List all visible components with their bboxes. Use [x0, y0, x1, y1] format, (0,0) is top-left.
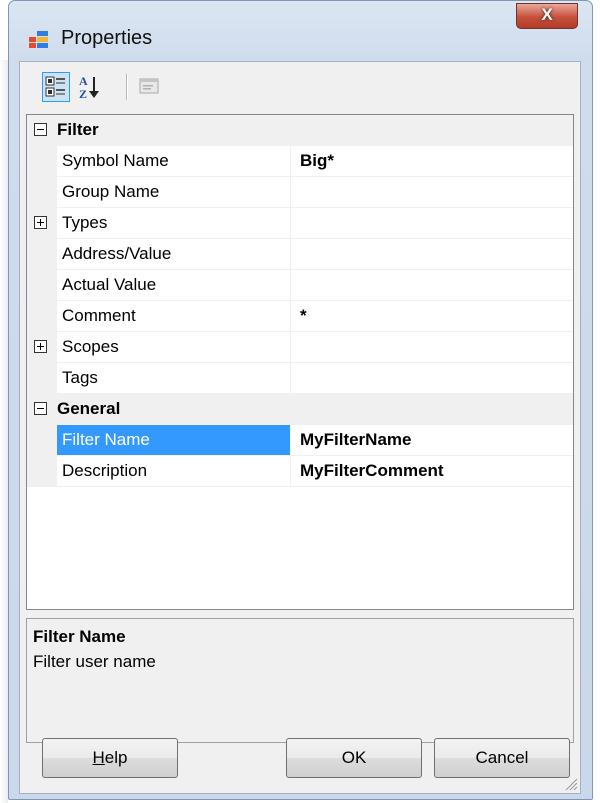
property-pages-icon — [139, 78, 159, 94]
dialog-client-area: A Z Filter Symbol Name Big* Group Name T… — [19, 61, 581, 794]
property-value[interactable] — [292, 177, 573, 207]
expand-icon[interactable] — [34, 216, 47, 229]
window-title: Properties — [61, 27, 153, 49]
title-bar[interactable]: Properties X — [9, 1, 592, 59]
property-grid-toolbar: A Z — [20, 62, 580, 114]
property-name: Actual Value — [57, 270, 291, 300]
property-row-tags[interactable]: Tags — [27, 363, 573, 394]
property-row-actual-value[interactable]: Actual Value — [27, 270, 573, 301]
sort-az-icon: A Z — [79, 74, 99, 101]
alphabetical-view-button[interactable]: A Z — [76, 72, 104, 102]
collapse-icon[interactable] — [34, 123, 47, 136]
property-row-symbol-name[interactable]: Symbol Name Big* — [27, 146, 573, 177]
description-pane: Filter Name Filter user name — [26, 618, 574, 743]
property-name: Scopes — [57, 332, 291, 362]
property-value[interactable] — [292, 208, 573, 238]
property-name: Group Name — [57, 177, 291, 207]
property-value[interactable] — [292, 332, 573, 362]
cancel-button[interactable]: Cancel — [434, 738, 570, 778]
properties-window-icon — [29, 31, 48, 48]
property-value[interactable] — [292, 363, 573, 393]
property-value[interactable]: * — [292, 301, 573, 331]
property-pages-button[interactable] — [136, 72, 164, 102]
property-row-types[interactable]: Types — [27, 208, 573, 239]
category-filter[interactable]: Filter — [27, 115, 573, 146]
svg-text:A: A — [79, 74, 88, 88]
property-row-address-value[interactable]: Address/Value — [27, 239, 573, 270]
window-shadow — [0, 60, 8, 803]
cancel-label: Cancel — [475, 748, 529, 767]
close-button[interactable]: X — [516, 3, 578, 29]
property-name: Filter Name — [57, 425, 291, 455]
help-button[interactable]: Help — [42, 738, 178, 778]
property-value[interactable] — [292, 270, 573, 300]
category-general[interactable]: General — [27, 394, 573, 425]
property-value[interactable] — [292, 239, 573, 269]
property-value[interactable]: MyFilterName — [292, 425, 573, 455]
property-row-scopes[interactable]: Scopes — [27, 332, 573, 363]
property-name: Symbol Name — [57, 146, 291, 176]
help-label: elp — [104, 748, 128, 767]
resize-grip-icon[interactable] — [564, 777, 578, 791]
property-row-comment[interactable]: Comment * — [27, 301, 573, 332]
categorized-icon — [45, 76, 65, 97]
property-name: Description — [57, 456, 291, 486]
property-value[interactable]: MyFilterComment — [292, 456, 573, 486]
description-title: Filter Name — [33, 627, 126, 646]
close-icon: X — [541, 5, 553, 24]
toolbar-separator — [126, 74, 128, 100]
property-name: Tags — [57, 363, 291, 393]
category-label: Filter — [57, 120, 99, 139]
description-text: Filter user name — [33, 652, 156, 671]
ok-button[interactable]: OK — [286, 738, 422, 778]
properties-window: Properties X A Z Filter Symbol Name Big*… — [8, 0, 593, 800]
property-value[interactable]: Big* — [292, 146, 573, 176]
property-name: Address/Value — [57, 239, 291, 269]
collapse-icon[interactable] — [34, 402, 47, 415]
svg-text:Z: Z — [79, 87, 87, 101]
categorized-view-button[interactable] — [42, 72, 70, 102]
property-name: Types — [57, 208, 291, 238]
ok-label: OK — [341, 748, 367, 767]
property-row-group-name[interactable]: Group Name — [27, 177, 573, 208]
help-mnemonic: H — [92, 748, 105, 767]
property-row-filter-name[interactable]: Filter Name MyFilterName — [27, 425, 573, 456]
property-grid[interactable]: Filter Symbol Name Big* Group Name Types — [26, 114, 574, 610]
expand-icon[interactable] — [34, 340, 47, 353]
category-label: General — [57, 399, 121, 418]
property-name: Comment — [57, 301, 291, 331]
property-row-description[interactable]: Description MyFilterComment — [27, 456, 573, 487]
